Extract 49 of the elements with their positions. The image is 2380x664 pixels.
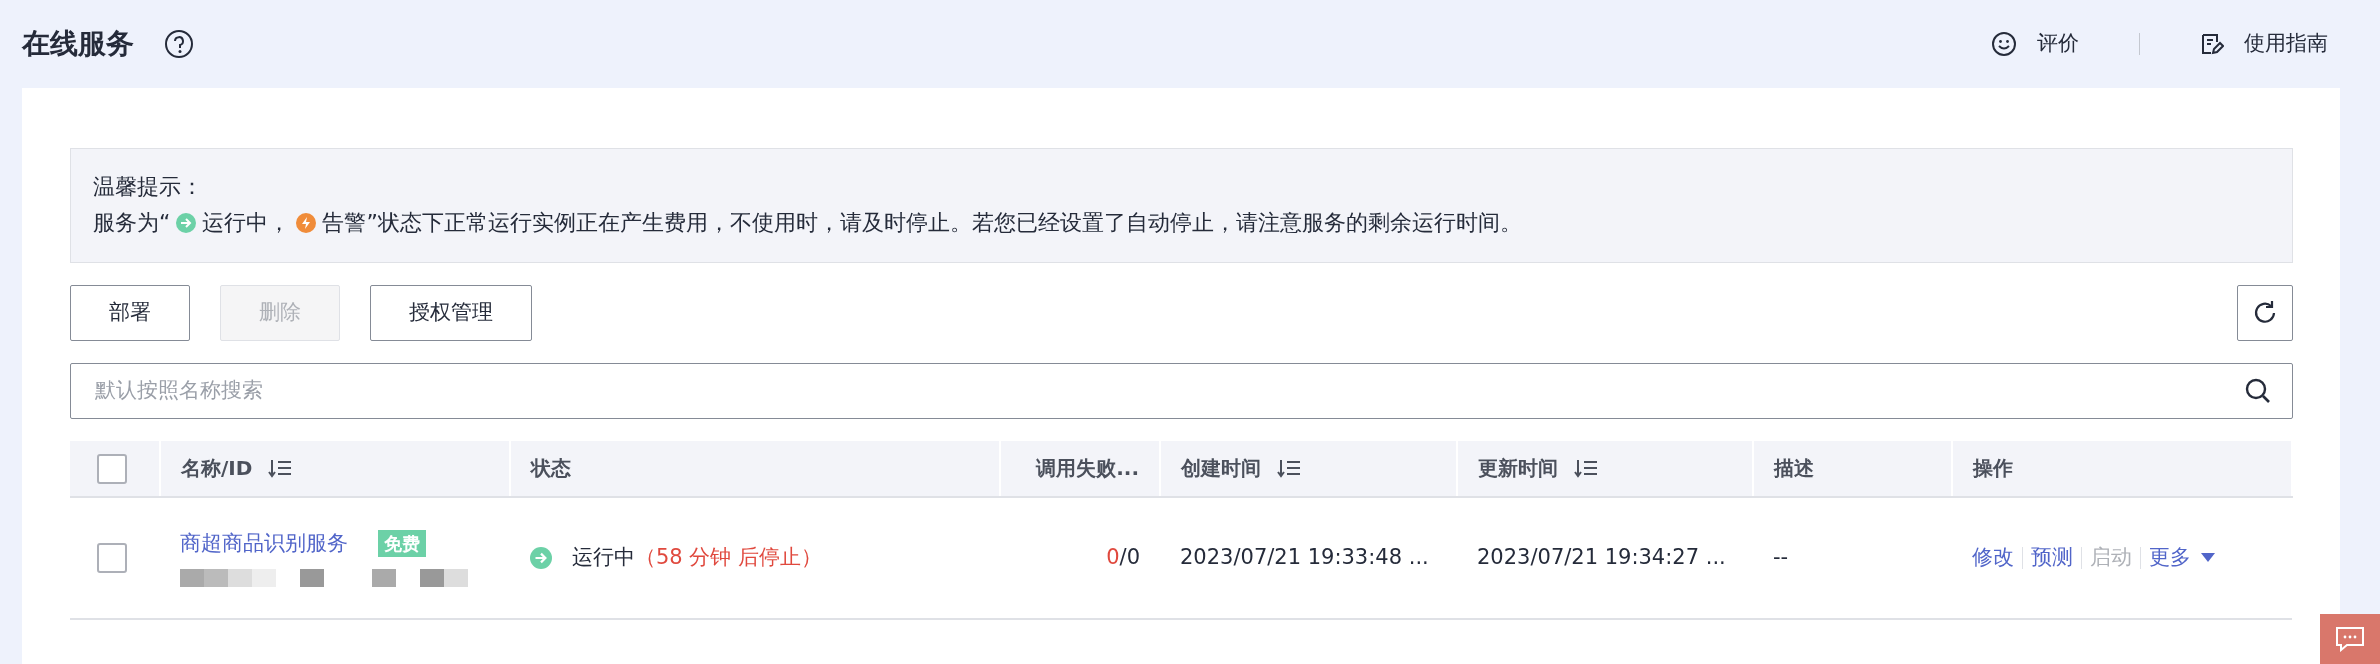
column-header[interactable]: 创建时间 <box>1181 456 1261 481</box>
notice-text: 服务为“ <box>93 209 171 238</box>
arrow-circle-icon <box>530 546 552 569</box>
search-icon[interactable] <box>2244 376 2272 405</box>
sort-icon[interactable] <box>1574 458 1598 479</box>
document-edit-icon <box>2200 32 2224 56</box>
sort-icon[interactable] <box>1277 458 1301 479</box>
page-title: 在线服务 <box>22 26 134 62</box>
guide-link[interactable]: 使用指南 <box>2200 28 2328 60</box>
column-header: 调用失败... <box>1036 456 1139 481</box>
search-box[interactable]: 默认按照名称搜索 <box>70 362 2293 419</box>
description: -- <box>1773 544 1789 569</box>
header-cell[interactable]: 创建时间 <box>1160 440 1457 497</box>
notice-text: ”状态下正常运行实例正在产生费用，不使用时，请及时停止。若您已经设置了自动停止，请注意服务的剩余运行时间。 <box>366 209 1522 238</box>
status-text: 运行中 <box>572 543 635 571</box>
service-name-link[interactable]: 商超商品识别服务 <box>180 527 348 560</box>
column-header: 操作 <box>1973 456 2013 481</box>
toolbar-button[interactable]: 部署 <box>70 284 190 341</box>
caret-icon <box>2201 552 2215 563</box>
header-cell[interactable]: 更新时间 <box>1457 440 1753 497</box>
more-dropdown[interactable]: 更多 <box>2149 541 2215 574</box>
toolbar-button[interactable]: 授权管理 <box>370 284 532 341</box>
updated-time: 2023/07/21 19:34:27 ... <box>1477 544 1726 569</box>
column-header: 状态 <box>531 456 571 481</box>
column-header[interactable]: 名称/ID <box>181 456 253 481</box>
action-link[interactable]: 修改 <box>1972 541 2014 574</box>
total-count: /0 <box>1119 544 1140 569</box>
arrow-circle-icon <box>176 213 197 234</box>
free-tag: 免费 <box>378 530 426 558</box>
refresh-button[interactable] <box>2237 284 2293 341</box>
notice-text: 告警 <box>322 209 367 238</box>
created-time: 2023/07/21 19:33:48 ... <box>1180 544 1429 569</box>
smiley-icon <box>1991 31 2017 57</box>
sort-icon[interactable] <box>268 458 293 479</box>
failed-count: 0 <box>1106 544 1120 569</box>
chat-icon <box>2335 626 2365 652</box>
action-link[interactable]: 预测 <box>2031 541 2073 574</box>
column-header[interactable]: 更新时间 <box>1478 456 1558 481</box>
column-header: 描述 <box>1774 456 1814 481</box>
status-note: （58 分钟 后停止） <box>635 543 823 571</box>
header-cell[interactable]: 名称/ID <box>160 440 510 497</box>
lightning-icon <box>296 213 317 234</box>
select-all-checkbox[interactable] <box>97 453 127 484</box>
notice-title: 温馨提示： <box>93 173 203 201</box>
help-icon[interactable] <box>164 29 194 59</box>
rate-link[interactable]: 评价 <box>1991 28 2079 60</box>
row-checkbox[interactable] <box>97 542 127 573</box>
notice-text: 运行中， <box>202 209 291 238</box>
feedback-button[interactable] <box>2320 614 2380 664</box>
